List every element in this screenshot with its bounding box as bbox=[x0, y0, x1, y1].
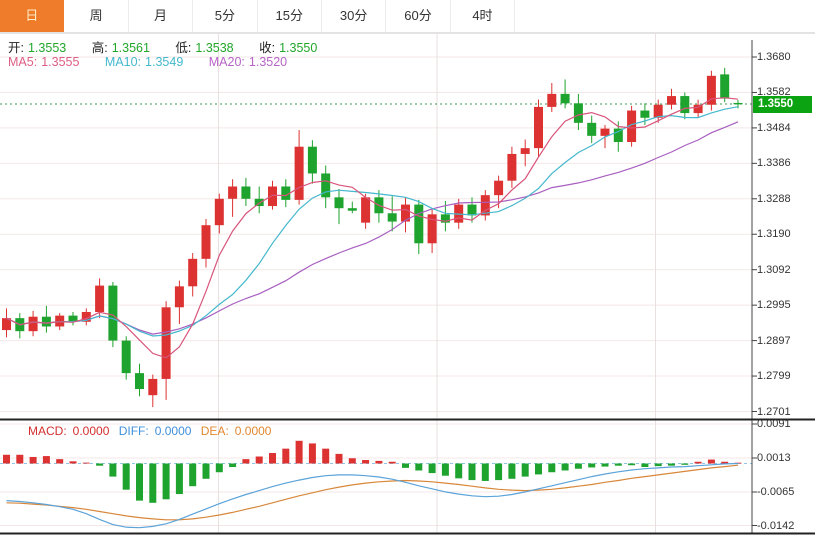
diff-value: 0.0000 bbox=[155, 424, 192, 438]
open-value: 1.3553 bbox=[28, 41, 66, 55]
tab-4hour[interactable]: 4时 bbox=[451, 0, 515, 32]
macd-axis-label: -0.0065 bbox=[757, 486, 794, 498]
ma20-value: 1.3520 bbox=[249, 55, 287, 69]
ma5-label: MA5: bbox=[8, 55, 37, 69]
macd-label: MACD: bbox=[28, 424, 67, 438]
high-value: 1.3561 bbox=[112, 41, 150, 55]
price-axis-label: 1.3288 bbox=[757, 193, 791, 205]
macd-histogram bbox=[3, 441, 742, 503]
price-chart-canvas[interactable] bbox=[0, 0, 815, 539]
tab-month[interactable]: 月 bbox=[129, 0, 193, 32]
price-axis-label: 1.2701 bbox=[757, 406, 791, 418]
price-axis-label: 1.3092 bbox=[757, 264, 791, 276]
price-axis-label: 1.3680 bbox=[757, 51, 791, 63]
ma20-label: MA20: bbox=[209, 55, 245, 69]
price-axis-label: 1.3386 bbox=[757, 157, 791, 169]
diff-label: DIFF: bbox=[119, 424, 149, 438]
tab-15min[interactable]: 15分 bbox=[258, 0, 322, 32]
tab-30min[interactable]: 30分 bbox=[322, 0, 386, 32]
macd-axis-label: -0.0142 bbox=[757, 520, 794, 532]
tab-week[interactable]: 周 bbox=[64, 0, 128, 32]
tab-bar: 日周月5分15分30分60分4时 bbox=[0, 0, 815, 33]
ma10-value: 1.3549 bbox=[145, 55, 183, 69]
macd-value: 0.0000 bbox=[73, 424, 110, 438]
tab-60min[interactable]: 60分 bbox=[386, 0, 450, 32]
ma-info: MA5: 1.3555 MA10: 1.3549 MA20: 1.3520 bbox=[8, 55, 291, 69]
price-axis-label: 1.2995 bbox=[757, 299, 791, 311]
low-value: 1.3538 bbox=[195, 41, 233, 55]
dea-label: DEA: bbox=[201, 424, 229, 438]
macd-info: MACD: 0.0000 DIFF: 0.0000 DEA: 0.0000 bbox=[28, 424, 277, 438]
tab-5min[interactable]: 5分 bbox=[193, 0, 257, 32]
price-axis-label: 1.3190 bbox=[757, 228, 791, 240]
ma5-value: 1.3555 bbox=[41, 55, 79, 69]
tab-day[interactable]: 日 bbox=[0, 0, 64, 32]
price-axis-label: 1.3484 bbox=[757, 122, 791, 134]
open-label: 开: bbox=[8, 41, 24, 55]
close-label: 收: bbox=[259, 41, 275, 55]
close-value: 1.3550 bbox=[279, 41, 317, 55]
price-axis-label: 1.2897 bbox=[757, 335, 791, 347]
low-label: 低: bbox=[175, 41, 191, 55]
macd-axis-label: 0.0013 bbox=[757, 452, 791, 464]
macd-axis-label: 0.0091 bbox=[757, 418, 791, 430]
current-price-badge: 1.3550 bbox=[753, 96, 812, 113]
high-label: 高: bbox=[92, 41, 108, 55]
ma10-label: MA10: bbox=[105, 55, 141, 69]
price-axis-label: 1.2799 bbox=[757, 370, 791, 382]
dea-value: 0.0000 bbox=[235, 424, 272, 438]
quote-info: 开: 1.3553 高: 1.3561 低: 1.3538 收: 1.3550 bbox=[8, 37, 321, 56]
candlesticks bbox=[2, 68, 743, 407]
